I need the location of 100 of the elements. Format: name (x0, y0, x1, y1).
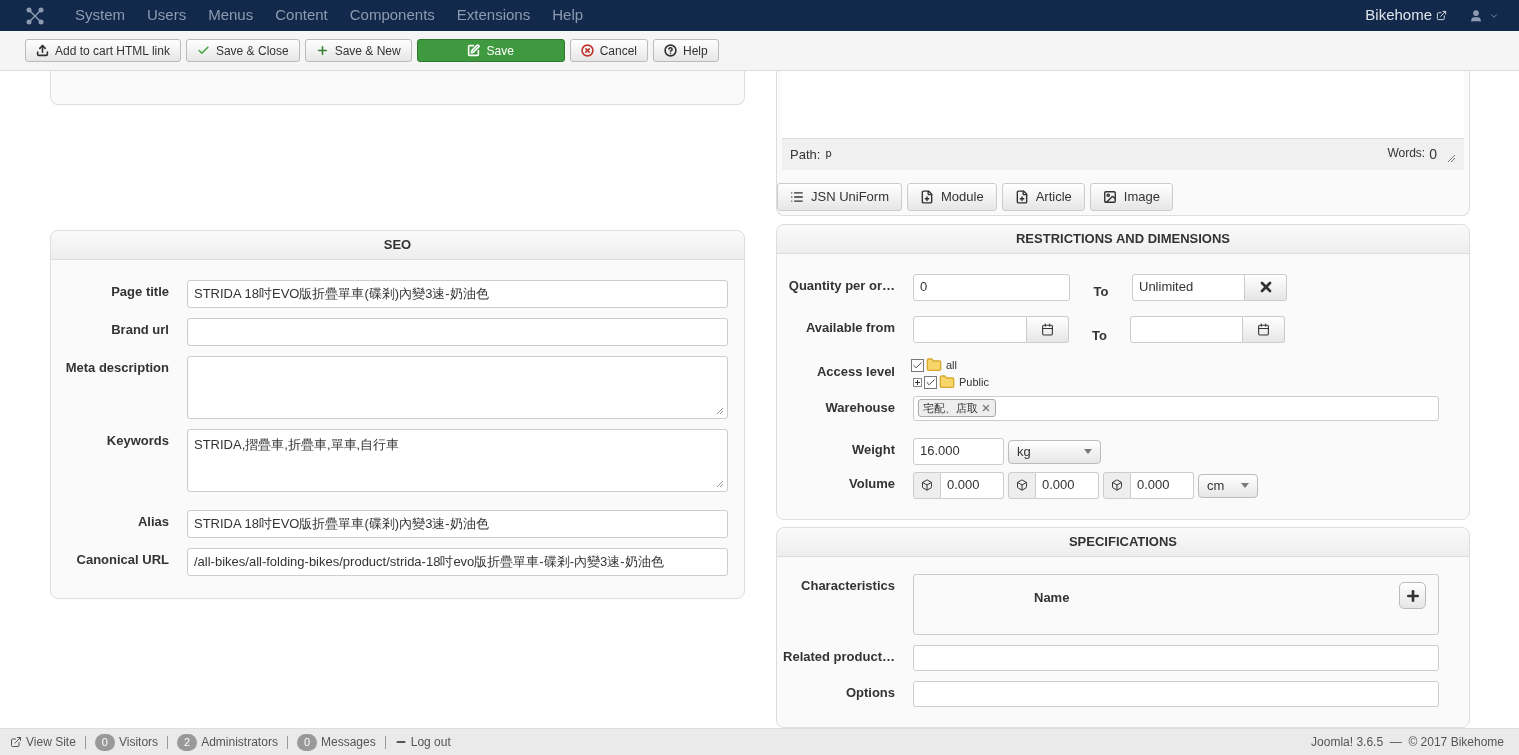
status-link[interactable]: Administrators (201, 733, 278, 751)
volume-field[interactable]: 0.000 (1131, 471, 1194, 499)
toolbar-button[interactable]: Help (653, 39, 719, 62)
clear-button[interactable] (1245, 273, 1287, 301)
resize-handle-icon (716, 480, 724, 488)
quantity-max-field[interactable]: Unlimited (1132, 273, 1245, 301)
logo-icon[interactable] (26, 6, 44, 25)
field-label: Volume (849, 475, 895, 491)
volume-field[interactable]: 0.000 (1036, 471, 1099, 499)
toolbar-button[interactable]: Save & Close (185, 39, 300, 62)
field-label: Quantity per or… (788, 277, 895, 293)
text-field[interactable] (913, 645, 1439, 671)
menu-item[interactable]: System (64, 4, 136, 27)
user-icon[interactable] (1469, 8, 1483, 23)
tag-field[interactable]: 宅配、店取 (913, 395, 1439, 421)
toolbar-button[interactable]: Save (416, 39, 565, 62)
editor-button[interactable]: JSN UniForm (777, 183, 902, 211)
check-icon (196, 44, 210, 57)
text-field[interactable] (913, 681, 1439, 707)
field-label: Access level (816, 363, 895, 379)
unit-dropdown[interactable]: kg (1008, 439, 1101, 464)
tree-label[interactable]: all (946, 356, 957, 374)
menu-item[interactable]: Users (136, 4, 198, 27)
add-button[interactable] (1399, 582, 1426, 609)
menu-item[interactable]: Help (541, 4, 595, 27)
field-label: Characteristics (801, 578, 895, 593)
caret-icon (1241, 483, 1249, 488)
path-value[interactable]: p (825, 146, 832, 163)
tag[interactable]: 宅配、店取 (918, 399, 996, 417)
site-link[interactable]: Bikehome (1365, 4, 1432, 27)
file-plus-icon (1014, 190, 1029, 204)
status-link[interactable]: Messages (321, 733, 376, 751)
field-label: Canonical URL (76, 552, 169, 567)
field-label: Weight (851, 441, 895, 457)
toolbar-button[interactable]: Cancel (569, 39, 649, 62)
help-icon (664, 44, 678, 57)
remove-icon[interactable] (981, 403, 991, 413)
path-label: Path: (790, 145, 821, 164)
field-label: Alias (137, 514, 169, 529)
folder-icon (926, 357, 942, 373)
words-label: Words: (1387, 145, 1426, 162)
unit-dropdown[interactable]: cm (1198, 473, 1258, 498)
version-text: Joomla! 3.6.5 — © 2017 Bikehome (1311, 734, 1504, 751)
column-header: Name (1034, 589, 1070, 607)
toolbar-button[interactable]: Save & New (304, 39, 412, 62)
plus-icon (315, 44, 329, 57)
status-link[interactable]: View Site (26, 733, 76, 751)
menu-item[interactable]: Menus (197, 4, 265, 27)
editor-button[interactable]: Article (1001, 183, 1085, 211)
date-field[interactable] (913, 315, 1027, 343)
image-icon (1102, 190, 1117, 204)
quantity-field[interactable]: 0 (913, 273, 1070, 301)
cancel-icon (580, 44, 594, 57)
external-link-icon (10, 736, 22, 748)
field-label: Page title (111, 284, 169, 299)
to-label: To (1092, 282, 1110, 301)
resize-handle-icon (716, 407, 724, 415)
volume-field[interactable]: 0.000 (941, 471, 1004, 499)
toolbar-button[interactable]: Add to cart HTML link (25, 39, 181, 62)
tree-checkbox[interactable] (911, 358, 924, 372)
text-field[interactable] (187, 318, 728, 346)
tree-checkbox[interactable] (924, 375, 937, 389)
edit-icon (467, 44, 481, 57)
panel-header: RESTRICTIONS AND DIMENSIONS (777, 224, 1469, 254)
editor-button[interactable]: Module (907, 183, 997, 211)
field-label: Brand url (111, 322, 169, 337)
plus-icon (1404, 587, 1421, 604)
menu-item[interactable]: Components (338, 4, 446, 27)
status-link[interactable]: Log out (410, 733, 451, 751)
text-field[interactable]: /all-bikes/all-folding-bikes/product/strida-18吋evo版折疊單車-碟剎-內變3速-奶油色 (187, 548, 728, 576)
calendar-icon (1257, 322, 1270, 336)
panel-header: SPECIFICATIONS (777, 528, 1469, 557)
calendar-button[interactable] (1243, 315, 1285, 343)
status-link[interactable]: Visitors (118, 733, 159, 751)
text-field[interactable]: STRIDA 18吋EVO版折疊單車(碟剎)內變3速-奶油色 (187, 510, 728, 538)
file-plus-icon (920, 190, 934, 204)
list-icon (790, 190, 804, 204)
calendar-button[interactable] (1027, 315, 1069, 343)
folder-icon (939, 374, 955, 390)
words-count: 0 (1429, 145, 1437, 164)
tree-label[interactable]: Public (959, 373, 989, 391)
field-label: Related product… (783, 649, 895, 664)
external-link-icon (1436, 10, 1447, 21)
weight-field[interactable]: 16.000 (913, 437, 1004, 465)
caret-icon (1084, 449, 1092, 454)
field-label: Warehouse (825, 399, 895, 415)
menu-item[interactable]: Extensions (445, 4, 542, 27)
count-badge: 0 (94, 733, 115, 751)
text-area[interactable]: STRIDA,摺疊車,折疊車,單車,自行車 (187, 429, 728, 492)
count-badge: 0 (296, 733, 317, 751)
resize-handle-icon[interactable] (1447, 154, 1456, 163)
editor-button[interactable]: Image (1089, 183, 1173, 211)
text-field[interactable]: STRIDA 18吋EVO版折疊單車(碟剎)內變3速-奶油色 (187, 280, 728, 308)
field-label: Meta description (65, 360, 169, 375)
field-label: Keywords (106, 433, 169, 448)
date-field[interactable] (1130, 315, 1243, 343)
menu-item[interactable]: Content (264, 4, 339, 27)
expand-toggle[interactable] (913, 377, 922, 387)
upload-icon (36, 44, 49, 57)
field-label: Options (845, 685, 895, 700)
